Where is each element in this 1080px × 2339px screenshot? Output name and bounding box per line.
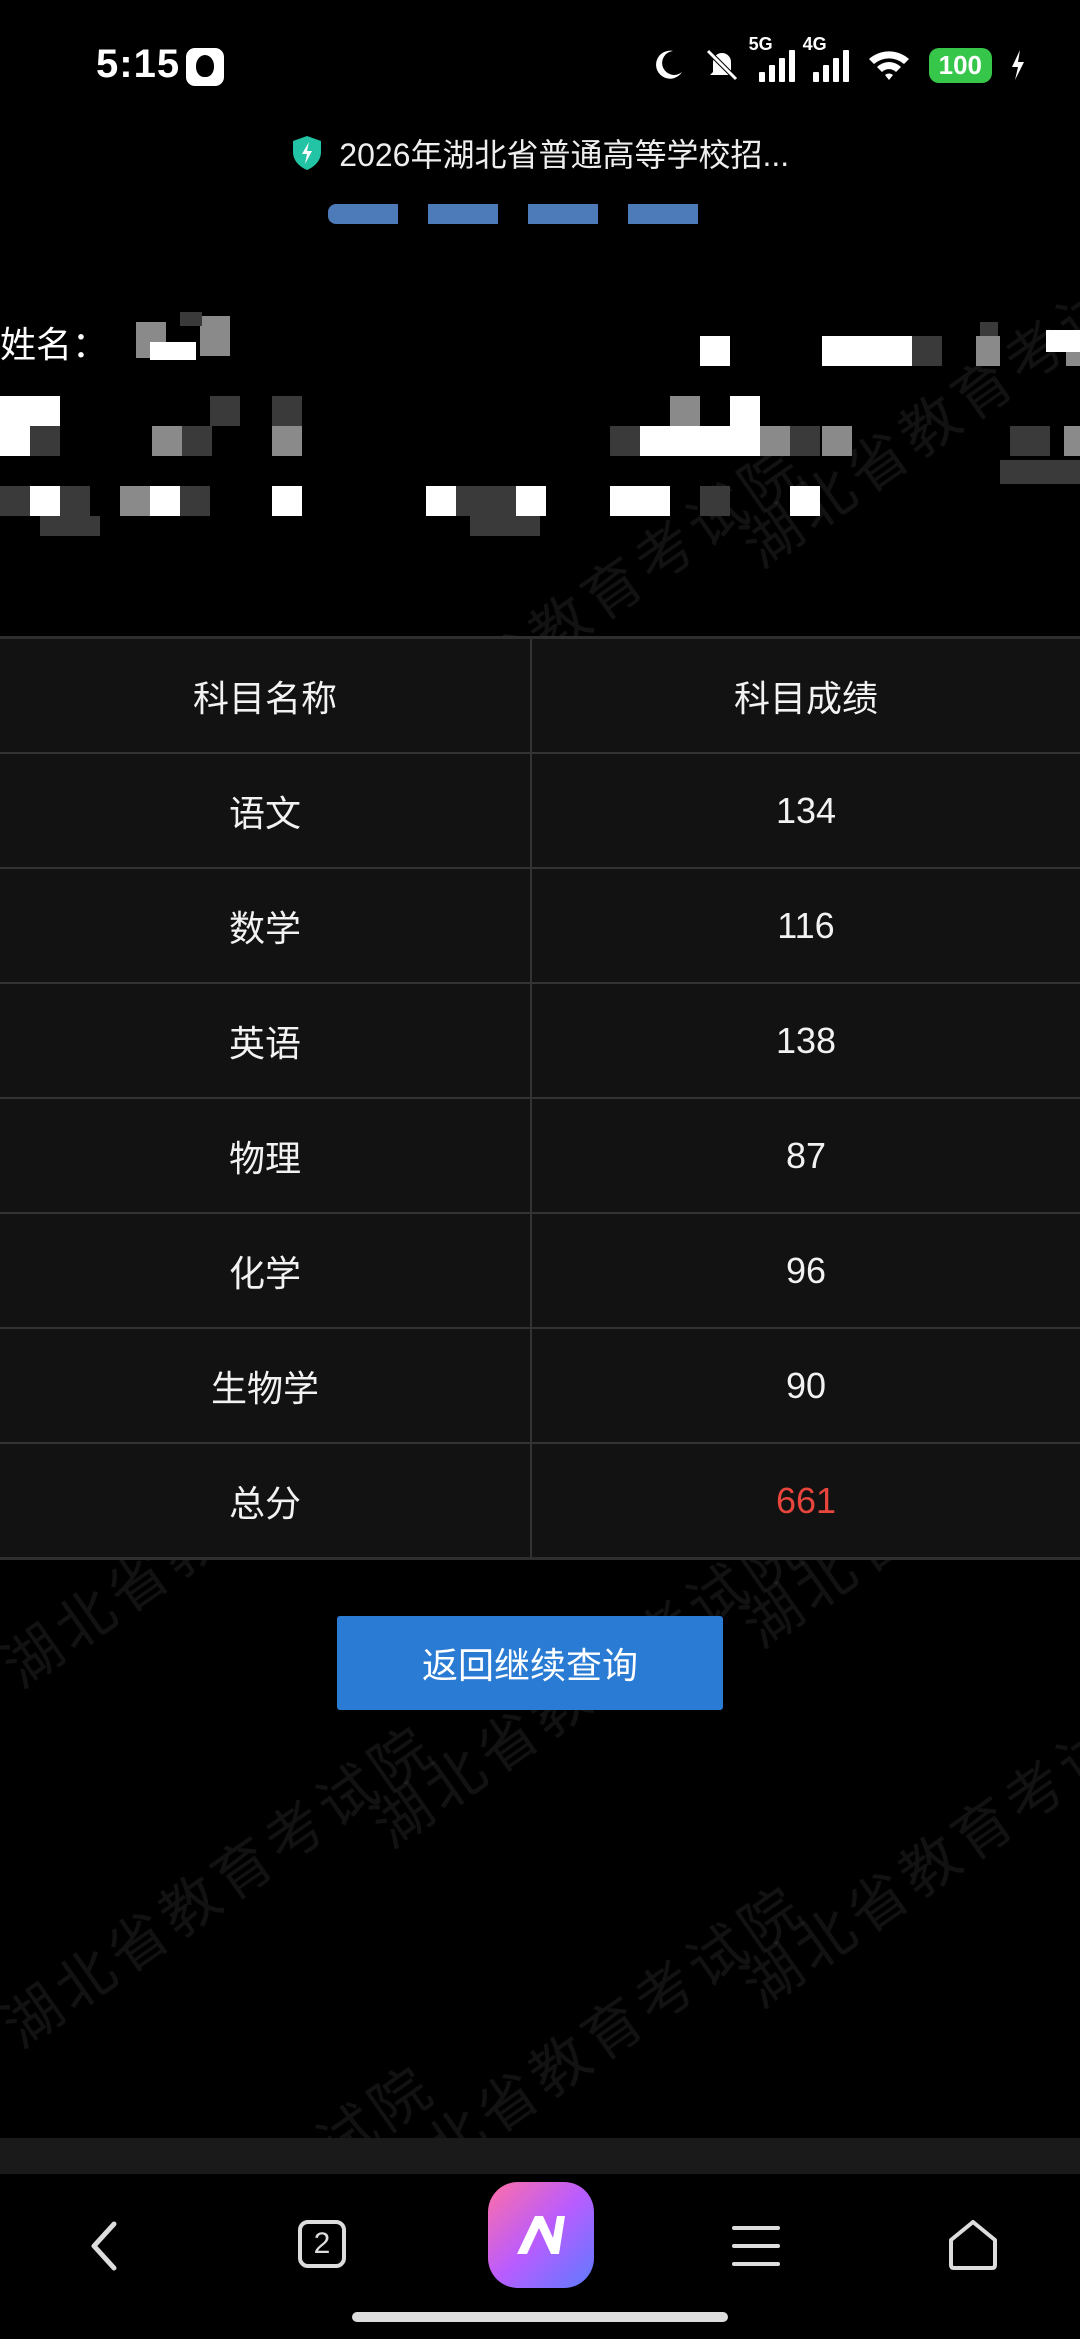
table-row: 物理 87 xyxy=(0,1097,1080,1212)
assistant-app-icon[interactable] xyxy=(488,2182,594,2288)
tab-count: 2 xyxy=(313,2227,331,2260)
name-label: 姓名： xyxy=(0,324,109,365)
page-heading-cut xyxy=(0,200,1080,228)
status-time: 5:15 xyxy=(96,42,181,86)
table-row: 数学 116 xyxy=(0,867,1080,982)
subject-score: 90 xyxy=(785,1364,827,1406)
total-label: 总分 xyxy=(0,1444,532,1557)
subject-name: 语文 xyxy=(0,754,532,867)
home-icon[interactable] xyxy=(946,2218,1000,2272)
bottom-toolbar-edge xyxy=(0,2138,1080,2174)
subject-score: 138 xyxy=(775,1019,837,1061)
total-score: 661 xyxy=(775,1479,837,1521)
score-table: 科目名称 科目成绩 语文 134 数学 116 英语 138 物理 87 化学 … xyxy=(0,636,1080,1560)
header-score: 科目成绩 xyxy=(733,677,878,719)
signal-4g-icon: 4G xyxy=(803,34,849,82)
table-row: 英语 138 xyxy=(0,982,1080,1097)
subject-name: 物理 xyxy=(0,1099,532,1212)
battery-level: 100 xyxy=(928,47,992,83)
wifi-icon xyxy=(868,51,909,80)
back-arrow-icon[interactable] xyxy=(84,2216,124,2276)
signal-5g-icon: 5G xyxy=(749,34,795,82)
subject-name: 生物学 xyxy=(0,1329,532,1442)
table-row: 化学 96 xyxy=(0,1212,1080,1327)
subject-name: 数学 xyxy=(0,869,532,982)
mute-bell-icon xyxy=(705,49,738,81)
home-indicator[interactable] xyxy=(352,2312,728,2322)
status-icons: 5G 4G 100 xyxy=(651,34,1026,88)
do-not-disturb-moon-icon xyxy=(655,50,682,79)
charging-bolt-icon xyxy=(1012,50,1024,80)
header-subject: 科目名称 xyxy=(0,639,532,752)
ai-logo-icon xyxy=(517,2216,565,2254)
page-title: 2026年湖北省普通高等学校招... xyxy=(339,137,790,173)
status-bar: 5:15 5G 4G 100 xyxy=(0,0,1080,130)
secure-shield-icon xyxy=(292,136,321,170)
table-row: 语文 134 xyxy=(0,752,1080,867)
qq-notification-icon xyxy=(186,48,224,86)
subject-score: 116 xyxy=(777,904,835,946)
subject-score: 134 xyxy=(775,789,837,831)
tabs-button[interactable]: 2 xyxy=(298,2220,346,2268)
back-continue-query-button[interactable]: 返回继续查询 xyxy=(337,1616,723,1710)
menu-icon[interactable] xyxy=(732,2224,780,2268)
subject-name: 英语 xyxy=(0,984,532,1097)
subject-score: 87 xyxy=(785,1134,827,1176)
table-row: 生物学 90 xyxy=(0,1327,1080,1442)
subject-name: 化学 xyxy=(0,1214,532,1327)
table-row-total: 总分 661 xyxy=(0,1442,1080,1557)
browser-title-bar[interactable]: 2026年湖北省普通高等学校招... xyxy=(0,130,1080,200)
subject-score: 96 xyxy=(785,1249,827,1291)
table-header-row: 科目名称 科目成绩 xyxy=(0,639,1080,752)
